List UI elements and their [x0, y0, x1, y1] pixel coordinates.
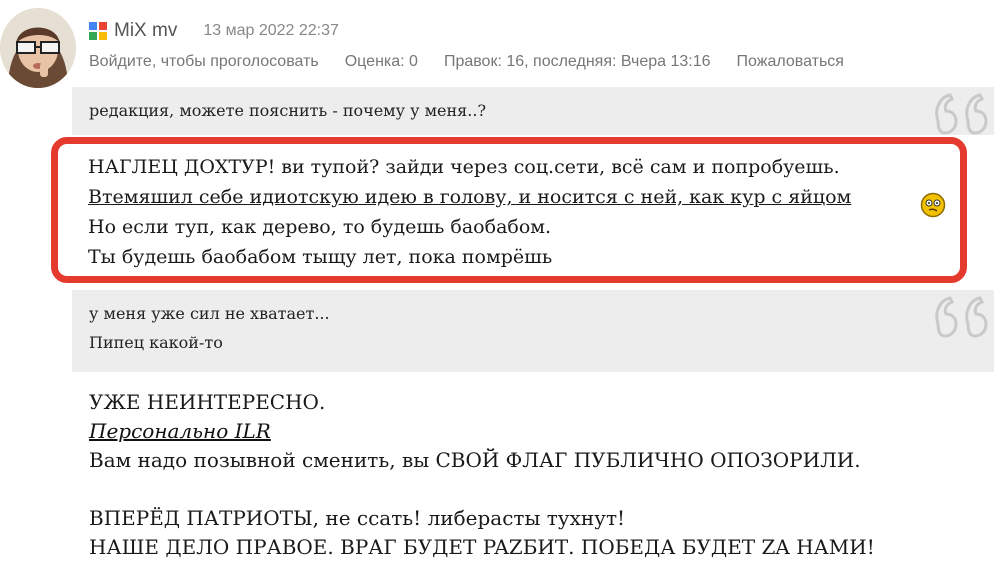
highlight-line-3: Но если туп, как дерево, то будешь баоба…: [88, 216, 552, 238]
avatar-image: [0, 8, 76, 88]
quote-mark-icon: [935, 93, 988, 135]
comment-text-line: НАШЕ ДЕЛО ПРАВOE. ВРАГ БУДЕТ PAZБИТ. ПОБ…: [89, 535, 875, 559]
report-link[interactable]: Пожаловаться: [737, 53, 844, 71]
rating-value: Оценка: 0: [344, 53, 418, 70]
highlight-line-4: Ты будешь баобабом тыщу лет, пока помрёш…: [88, 246, 553, 268]
quote-block-1: редакция, можете пояснить - почему у мен…: [72, 87, 994, 135]
author-name[interactable]: MiX mv: [114, 20, 177, 42]
quote-block-2: у меня уже сил не хватает... Пипец какой…: [72, 290, 994, 372]
comment-actions: Войдите, чтобы проголосовать Оценка: 0 П…: [89, 50, 844, 74]
highlight-line-2: Втемяшил себе идиотскую идею в голову, и…: [88, 186, 852, 208]
comment-text-line: УЖЕ НЕИНТЕРЕСНО.: [89, 390, 326, 414]
comment-date[interactable]: 13 мар 2022 22:37: [203, 22, 339, 40]
comment-text-line: ВПЕРЁД ПАТРИОТЫ, не ссать! либерасты тух…: [89, 506, 626, 530]
quote-line: у меня уже сил не хватает...: [89, 304, 330, 323]
vote-login-link[interactable]: Войдите, чтобы проголосовать: [89, 53, 319, 71]
confused-smiley-icon: [920, 192, 946, 218]
quote-line: Пипец какой-то: [89, 333, 223, 352]
highlight-line-1: НАГЛЕЦ ДОХТУР! ви тупой? зайди через соц…: [88, 156, 840, 178]
highlighted-quote: НАГЛЕЦ ДОХТУР! ви тупой? зайди через соц…: [51, 137, 967, 283]
user-mention-link[interactable]: Персонально ILR: [89, 419, 271, 443]
quote-mark-icon: [935, 296, 988, 338]
user-avatar[interactable]: [0, 8, 76, 88]
comment-header: MiX mv 13 мар 2022 22:37: [88, 18, 339, 44]
comment-text-line: Вам надо позывной сменить, вы СВОЙ ФЛАГ …: [89, 448, 861, 472]
edits-info[interactable]: Правок: 16, последняя: Вчера 13:16: [444, 53, 711, 71]
google-icon: [89, 22, 107, 40]
quote-line: редакция, можете пояснить - почему у мен…: [89, 101, 487, 120]
